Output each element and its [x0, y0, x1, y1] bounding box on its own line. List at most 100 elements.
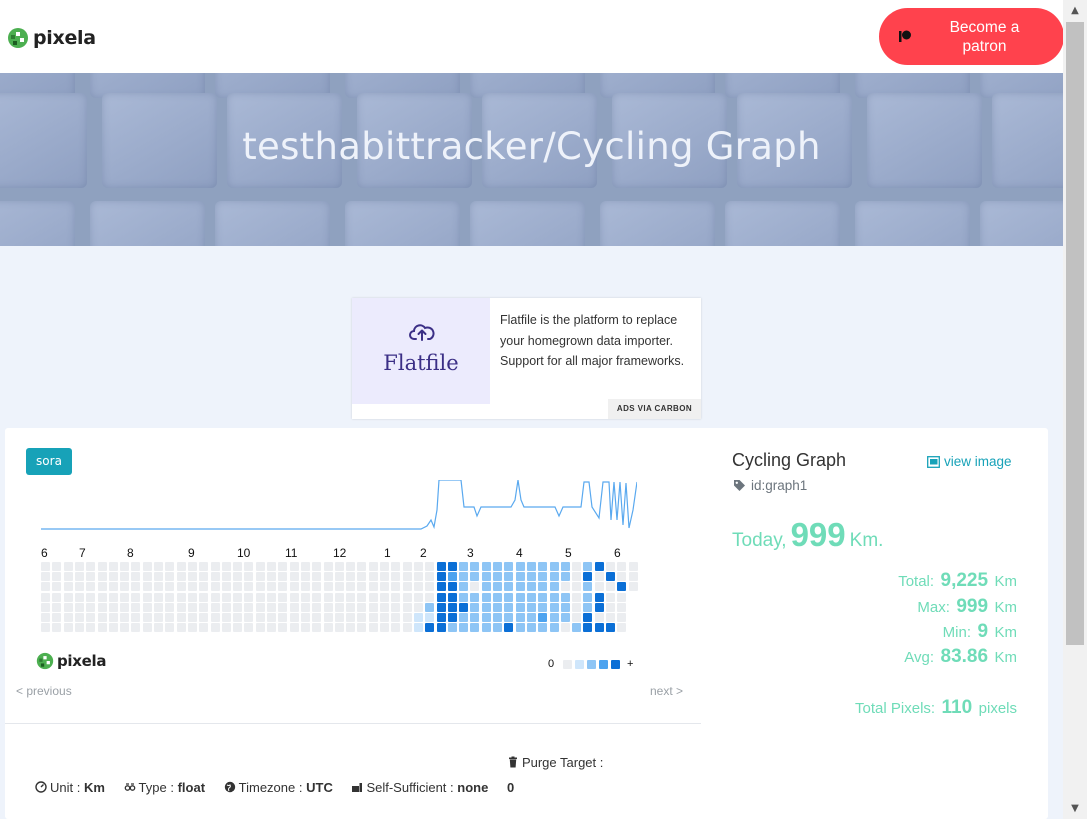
heatmap-cell[interactable] — [459, 623, 468, 632]
heatmap-cell[interactable] — [527, 582, 536, 591]
heatmap-cell[interactable] — [64, 593, 73, 602]
heatmap-cell[interactable] — [52, 623, 61, 632]
heatmap-cell[interactable] — [233, 572, 242, 581]
heatmap-cell[interactable] — [98, 603, 107, 612]
heatmap-cell[interactable] — [414, 613, 423, 622]
heatmap-cell[interactable] — [482, 572, 491, 581]
heatmap-cell[interactable] — [199, 593, 208, 602]
heatmap-cell[interactable] — [222, 623, 231, 632]
heatmap-cell[interactable] — [470, 593, 479, 602]
heatmap-cell[interactable] — [448, 613, 457, 622]
carbon-ad[interactable]: Flatfile Flatfile is the platform to rep… — [352, 298, 701, 419]
heatmap-cell[interactable] — [64, 603, 73, 612]
heatmap-cell[interactable] — [482, 593, 491, 602]
heatmap-cell[interactable] — [177, 593, 186, 602]
heatmap-cell[interactable] — [199, 613, 208, 622]
heatmap-cell[interactable] — [527, 562, 536, 571]
heatmap-cell[interactable] — [482, 562, 491, 571]
heatmap-cell[interactable] — [583, 582, 592, 591]
heatmap-cell[interactable] — [301, 562, 310, 571]
heatmap-cell[interactable] — [595, 572, 604, 581]
heatmap-cell[interactable] — [346, 623, 355, 632]
heatmap-cell[interactable] — [493, 613, 502, 622]
heatmap-cell[interactable] — [41, 613, 50, 622]
heatmap-cell[interactable] — [572, 572, 581, 581]
heatmap-cell[interactable] — [109, 613, 118, 622]
heatmap-cell[interactable] — [64, 562, 73, 571]
heatmap-cell[interactable] — [369, 593, 378, 602]
heatmap-cell[interactable] — [244, 623, 253, 632]
heatmap-cell[interactable] — [357, 582, 366, 591]
heatmap-cell[interactable] — [448, 603, 457, 612]
heatmap-cell[interactable] — [550, 603, 559, 612]
heatmap-cell[interactable] — [312, 593, 321, 602]
heatmap-cell[interactable] — [595, 623, 604, 632]
heatmap-cell[interactable] — [324, 623, 333, 632]
heatmap-cell[interactable] — [369, 613, 378, 622]
heatmap-cell[interactable] — [538, 582, 547, 591]
heatmap-cell[interactable] — [425, 562, 434, 571]
heatmap-cell[interactable] — [414, 603, 423, 612]
heatmap-cell[interactable] — [527, 603, 536, 612]
heatmap-cell[interactable] — [425, 613, 434, 622]
heatmap-cell[interactable] — [437, 623, 446, 632]
heatmap-cell[interactable] — [120, 593, 129, 602]
heatmap-cell[interactable] — [391, 582, 400, 591]
heatmap-cell[interactable] — [448, 593, 457, 602]
heatmap-cell[interactable] — [301, 603, 310, 612]
heatmap-cell[interactable] — [143, 603, 152, 612]
heatmap-cell[interactable] — [335, 562, 344, 571]
heatmap-cell[interactable] — [154, 562, 163, 571]
heatmap-cell[interactable] — [561, 582, 570, 591]
heatmap-cell[interactable] — [504, 582, 513, 591]
heatmap-cell[interactable] — [154, 603, 163, 612]
heatmap-cell[interactable] — [278, 582, 287, 591]
heatmap-cell[interactable] — [583, 593, 592, 602]
heatmap-cell[interactable] — [267, 623, 276, 632]
heatmap-cell[interactable] — [606, 582, 615, 591]
heatmap-cell[interactable] — [572, 613, 581, 622]
heatmap-cell[interactable] — [165, 623, 174, 632]
heatmap-cell[interactable] — [199, 582, 208, 591]
heatmap-cell[interactable] — [256, 562, 265, 571]
heatmap-cell[interactable] — [244, 562, 253, 571]
heatmap-cell[interactable] — [357, 603, 366, 612]
heatmap-cell[interactable] — [448, 582, 457, 591]
heatmap-cell[interactable] — [267, 572, 276, 581]
heatmap-cell[interactable] — [482, 582, 491, 591]
heatmap-cell[interactable] — [98, 572, 107, 581]
heatmap-cell[interactable] — [301, 582, 310, 591]
heatmap-cell[interactable] — [380, 613, 389, 622]
heatmap-cell[interactable] — [538, 613, 547, 622]
heatmap-cell[interactable] — [459, 613, 468, 622]
heatmap-cell[interactable] — [335, 572, 344, 581]
heatmap-cell[interactable] — [403, 593, 412, 602]
heatmap-cell[interactable] — [301, 613, 310, 622]
heatmap-cell[interactable] — [177, 572, 186, 581]
ad-description-link[interactable]: Flatfile is the platform to replace your… — [500, 310, 695, 372]
heatmap-cell[interactable] — [64, 582, 73, 591]
heatmap-cell[interactable] — [233, 623, 242, 632]
heatmap-cell[interactable] — [403, 623, 412, 632]
heatmap-cell[interactable] — [211, 562, 220, 571]
heatmap-cell[interactable] — [188, 562, 197, 571]
heatmap-cell[interactable] — [572, 623, 581, 632]
heatmap-cell[interactable] — [414, 562, 423, 571]
heatmap-cell[interactable] — [527, 613, 536, 622]
heatmap-cell[interactable] — [437, 562, 446, 571]
heatmap-cell[interactable] — [606, 623, 615, 632]
heatmap-cell[interactable] — [41, 582, 50, 591]
heatmap-cell[interactable] — [267, 593, 276, 602]
heatmap-cell[interactable] — [561, 613, 570, 622]
heatmap-cell[interactable] — [380, 562, 389, 571]
heatmap-cell[interactable] — [222, 562, 231, 571]
heatmap-cell[interactable] — [470, 582, 479, 591]
heatmap-cell[interactable] — [403, 572, 412, 581]
heatmap-cell[interactable] — [52, 593, 61, 602]
heatmap-cell[interactable] — [131, 562, 140, 571]
heatmap-cell[interactable] — [109, 623, 118, 632]
heatmap-cell[interactable] — [256, 593, 265, 602]
heatmap-cell[interactable] — [504, 623, 513, 632]
heatmap-cell[interactable] — [493, 603, 502, 612]
heatmap-cell[interactable] — [143, 593, 152, 602]
